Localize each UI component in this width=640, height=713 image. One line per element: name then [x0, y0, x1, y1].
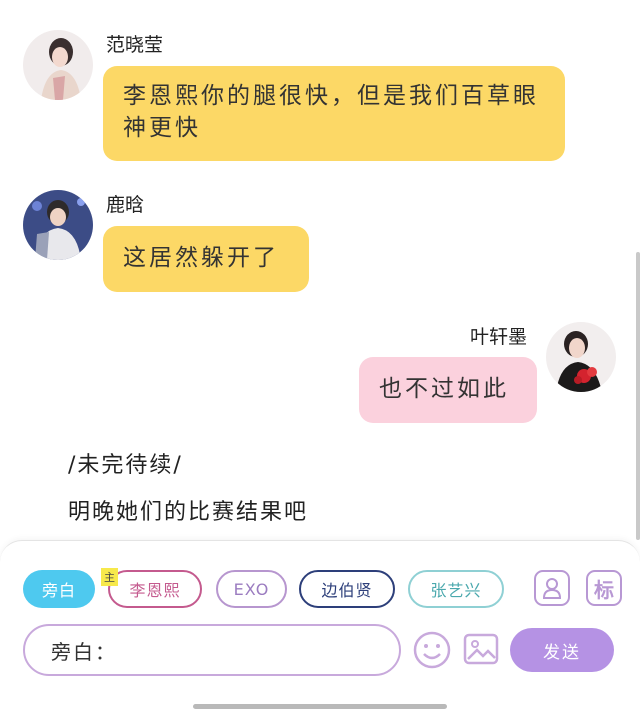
sender-name: 叶轩墨 [470, 326, 528, 348]
sender-name: 鹿晗 [106, 194, 145, 216]
scrollbar[interactable] [636, 252, 640, 540]
message-bubble[interactable]: 李恩熙你的腿很快，但是我们百草眼神更快 [103, 66, 565, 161]
chat-area[interactable]: 范晓莹 李恩熙你的腿很快，但是我们百草眼神更快 鹿晗 这居然躲开了 叶轩墨 也不… [0, 0, 640, 540]
avatar[interactable] [23, 30, 93, 100]
person-card-icon[interactable] [534, 570, 570, 606]
avatar[interactable] [546, 322, 616, 392]
image-icon[interactable] [462, 630, 500, 668]
home-indicator[interactable] [193, 704, 447, 709]
character-chip-narrator[interactable]: 旁白 [23, 570, 95, 608]
character-chip-lay[interactable]: 张艺兴 [408, 570, 504, 608]
character-chip-baekhyun[interactable]: 边伯贤 [299, 570, 395, 608]
main-character-badge: 主 [101, 568, 118, 586]
avatar[interactable] [23, 190, 93, 260]
character-chip-exo[interactable]: EXO [216, 570, 287, 608]
message-bubble[interactable]: 这居然躲开了 [103, 226, 309, 292]
character-chip-lee-eunhee[interactable]: 李恩熙 [108, 570, 202, 608]
send-button[interactable]: 发送 [510, 628, 614, 672]
input-prefix: 旁白： [51, 639, 117, 664]
narration-text: 明晚她们的比赛结果吧 [68, 500, 309, 525]
sender-name: 范晓莹 [106, 34, 164, 56]
tag-button[interactable]: 标 [586, 570, 622, 606]
smiley-icon[interactable] [412, 630, 452, 670]
message-input[interactable]: 旁白： [23, 624, 401, 676]
narration-text: /未完待续/ [68, 453, 183, 478]
message-bubble[interactable]: 也不过如此 [359, 357, 537, 423]
